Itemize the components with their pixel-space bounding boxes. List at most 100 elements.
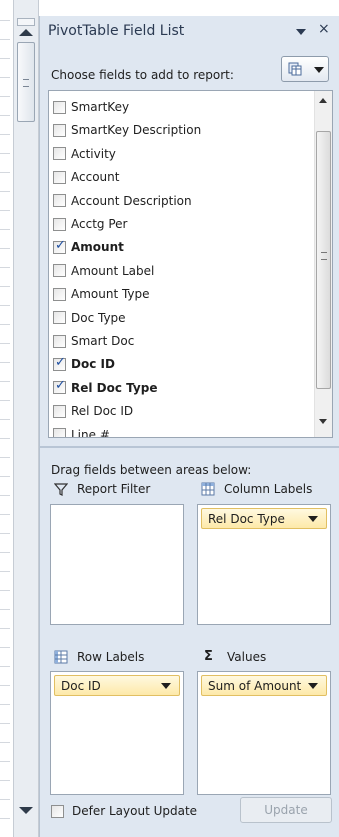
grid-line (0, 609, 10, 610)
field-row[interactable]: ✓ Amount (53, 237, 124, 257)
field-checkbox[interactable] (53, 428, 66, 437)
grid-line (0, 39, 10, 40)
grid-line (0, 666, 10, 667)
grid-line (0, 20, 10, 21)
grid-line (0, 818, 10, 819)
field-checkbox[interactable] (53, 287, 66, 301)
field-checkbox[interactable] (53, 100, 66, 114)
field-checkbox[interactable]: ✓ (53, 378, 66, 395)
field-label: Rel Doc Type (71, 380, 158, 395)
update-button[interactable]: Update (240, 797, 332, 823)
scroll-up-icon[interactable] (19, 29, 33, 36)
grid-line (0, 153, 10, 154)
field-checkbox[interactable] (53, 194, 66, 208)
row-labels-area[interactable]: Doc ID (50, 671, 184, 795)
grid-line (0, 761, 10, 762)
field-row[interactable]: SmartKey (53, 97, 129, 117)
field-row[interactable]: Smart Doc (53, 331, 134, 351)
column-labels-area[interactable]: Rel Doc Type (197, 504, 331, 625)
field-row[interactable]: Amount Label (53, 261, 154, 281)
grid-line (0, 571, 10, 572)
split-box[interactable] (17, 18, 35, 26)
values-field-chip[interactable]: Sum of Amount (201, 675, 327, 696)
chevron-down-icon[interactable] (161, 683, 171, 689)
field-label: Account (71, 170, 120, 185)
field-row[interactable]: Doc Type (53, 308, 126, 328)
checkmark-icon: ✓ (55, 378, 66, 394)
grid-line (0, 742, 10, 743)
row-labels-label: Row Labels (77, 650, 145, 664)
field-row[interactable]: Activity (53, 144, 116, 164)
field-label: Amount Label (71, 263, 155, 278)
grid-line (0, 514, 10, 515)
field-list-scrollbar[interactable] (314, 91, 332, 437)
grid-line (0, 267, 10, 268)
field-row[interactable]: Account Description (53, 191, 192, 211)
checkmark-icon: ✓ (55, 354, 66, 370)
field-row[interactable]: Amount Type (53, 284, 150, 304)
chevron-down-icon (314, 67, 324, 73)
field-row[interactable]: Rel Doc ID (53, 401, 133, 421)
field-checkbox[interactable] (53, 334, 66, 348)
close-icon[interactable]: × (318, 21, 330, 37)
field-row[interactable]: Account (53, 167, 119, 187)
grid-line (0, 723, 10, 724)
field-checkbox[interactable] (53, 404, 66, 418)
field-checkbox[interactable]: ✓ (53, 354, 66, 371)
chevron-down-icon[interactable] (308, 516, 318, 522)
field-row[interactable]: ✓ Rel Doc Type (53, 378, 157, 398)
column-field-chip[interactable]: Rel Doc Type (201, 508, 327, 529)
drag-fields-label: Drag fields between areas below: (51, 463, 252, 477)
field-list[interactable]: SmartKey SmartKey Description Activity Acco… (48, 90, 333, 438)
layout-icon (288, 62, 302, 76)
grid-line (0, 438, 10, 439)
scrollbar-thumb[interactable] (17, 42, 35, 122)
report-filter-area[interactable] (50, 504, 184, 625)
grid-line (0, 210, 10, 211)
grid-line (0, 362, 10, 363)
field-label: Doc ID (71, 357, 115, 372)
field-label: SmartKey Description (71, 123, 202, 138)
scroll-down-icon[interactable] (19, 807, 33, 814)
values-area[interactable]: Sum of Amount (197, 671, 331, 795)
sheet-vertical-scrollbar[interactable] (13, 0, 39, 837)
row-field-chip[interactable]: Doc ID (54, 675, 180, 696)
field-checkbox[interactable] (53, 217, 66, 231)
pivottable-field-list-pane: PivotTable Field List × Choose fields to… (39, 16, 339, 837)
field-label: Account Description (71, 193, 192, 208)
chevron-down-icon[interactable] (308, 683, 318, 689)
field-checkbox[interactable] (53, 264, 66, 278)
grid-line (0, 476, 10, 477)
field-label: Line # (71, 427, 110, 438)
columns-icon (201, 482, 215, 496)
grid-line (0, 533, 10, 534)
field-checkbox[interactable] (53, 170, 66, 184)
grid-line (0, 305, 10, 306)
defer-checkbox[interactable] (51, 804, 64, 818)
field-checkbox[interactable] (53, 147, 66, 161)
pane-splitter[interactable] (40, 446, 339, 448)
field-checkbox[interactable] (53, 123, 66, 137)
grid-line (0, 286, 10, 287)
column-labels-header: Column Labels (201, 482, 312, 496)
grid-line (0, 115, 10, 116)
layout-button[interactable] (281, 56, 329, 82)
grid-line (0, 780, 10, 781)
field-row[interactable]: ✓ Doc ID (53, 354, 115, 374)
chip-label: Sum of Amount (208, 679, 302, 693)
field-checkbox[interactable]: ✓ (53, 237, 66, 254)
field-row[interactable]: Acctg Per (53, 214, 127, 234)
field-checkbox[interactable] (53, 311, 66, 325)
field-label: Rel Doc ID (71, 404, 134, 419)
field-row[interactable]: SmartKey Description (53, 120, 201, 140)
scrollbar-thumb[interactable] (316, 131, 331, 389)
grid-line (0, 590, 10, 591)
scroll-down-icon[interactable] (319, 419, 327, 424)
chevron-down-icon[interactable] (296, 29, 306, 35)
checkmark-icon: ✓ (55, 237, 66, 253)
scroll-up-icon[interactable] (319, 98, 327, 103)
grid-line (0, 324, 10, 325)
defer-layout-update[interactable]: Defer Layout Update (51, 804, 197, 818)
field-row[interactable]: Line # (53, 425, 110, 438)
grid-line (0, 134, 10, 135)
